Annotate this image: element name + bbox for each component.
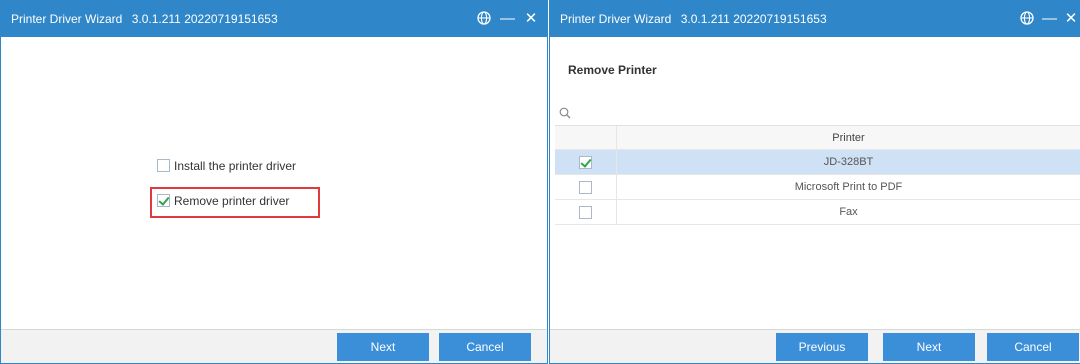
remove-driver-option[interactable]: Remove printer driver xyxy=(157,192,289,210)
printer-name: Microsoft Print to PDF xyxy=(794,181,903,193)
wizard-window-right: Printer Driver Wizard 3.0.1.211 20220719… xyxy=(549,0,1080,364)
table-header-row: Printer xyxy=(555,125,1080,150)
footer-bar: Previous Next Cancel xyxy=(550,329,1080,363)
column-header-printer[interactable]: Printer xyxy=(617,126,1080,149)
remove-driver-label: Remove printer driver xyxy=(174,194,290,208)
title-bar: Printer Driver Wizard 3.0.1.211 20220719… xyxy=(1,1,547,37)
row-checkbox-cell xyxy=(555,200,617,224)
minimize-icon[interactable]: — xyxy=(500,10,515,28)
minimize-icon[interactable]: — xyxy=(1042,10,1057,28)
remove-driver-checkbox[interactable] xyxy=(157,194,170,207)
window-title: Printer Driver Wizard 3.0.1.211 20220719… xyxy=(11,12,278,26)
close-icon[interactable]: ✕ xyxy=(1064,10,1078,28)
next-button[interactable]: Next xyxy=(883,333,975,361)
footer-bar: Next Cancel xyxy=(1,329,547,363)
table-row[interactable]: Fax xyxy=(555,200,1080,225)
table-row[interactable]: Microsoft Print to PDF xyxy=(555,175,1080,200)
cancel-button[interactable]: Cancel xyxy=(439,333,531,361)
globe-icon[interactable] xyxy=(1020,10,1036,28)
install-driver-label: Install the printer driver xyxy=(174,159,297,173)
previous-button[interactable]: Previous xyxy=(776,333,868,361)
close-icon[interactable]: ✕ xyxy=(524,10,538,28)
search-icon xyxy=(559,107,571,119)
next-button[interactable]: Next xyxy=(337,333,429,361)
row-checkbox-cell xyxy=(555,175,617,199)
row-checkbox[interactable] xyxy=(579,206,592,219)
window-title-text: Printer Driver Wizard xyxy=(560,12,672,26)
title-bar: Printer Driver Wizard 3.0.1.211 20220719… xyxy=(550,1,1080,37)
table-row[interactable]: JD-328BT xyxy=(555,150,1080,175)
row-checkbox[interactable] xyxy=(579,181,592,194)
window-version: 3.0.1.211 20220719151653 xyxy=(680,12,827,26)
globe-icon[interactable] xyxy=(477,10,493,28)
window-title: Printer Driver Wizard 3.0.1.211 20220719… xyxy=(560,12,827,26)
install-driver-checkbox[interactable] xyxy=(157,159,170,172)
header-checkbox-cell xyxy=(555,126,617,149)
row-checkbox[interactable] xyxy=(579,156,592,169)
install-driver-option[interactable]: Install the printer driver xyxy=(157,157,296,175)
cancel-button[interactable]: Cancel xyxy=(987,333,1079,361)
window-title-text: Printer Driver Wizard xyxy=(11,12,123,26)
row-checkbox-cell xyxy=(555,150,617,174)
search-input[interactable] xyxy=(555,103,1080,125)
printer-table: Printer JD-328BT Microsoft Print to PDF … xyxy=(555,125,1080,225)
page-heading: Remove Printer xyxy=(568,63,657,77)
printer-name: JD-328BT xyxy=(823,156,874,168)
printer-name: Fax xyxy=(839,206,858,218)
wizard-window-left: Printer Driver Wizard 3.0.1.211 20220719… xyxy=(0,0,548,364)
window-version: 3.0.1.211 20220719151653 xyxy=(131,12,278,26)
